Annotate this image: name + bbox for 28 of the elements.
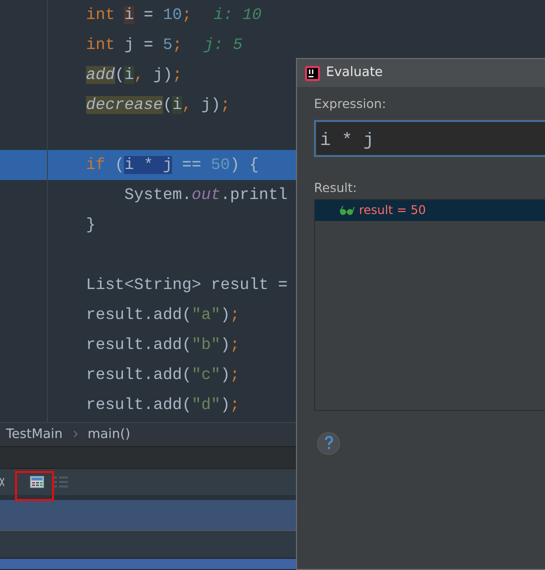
calculator-icon[interactable]	[30, 476, 44, 488]
breadcrumb-item[interactable]: main()	[88, 424, 130, 444]
field-label: Expression:	[314, 95, 388, 113]
help-icon[interactable]	[317, 432, 340, 454]
code-line: int i = 10;	[86, 5, 192, 26]
code-line: System.out.printl	[123, 185, 288, 206]
code-line: if (i * j == 50) {	[86, 155, 259, 176]
app-icon	[305, 66, 320, 80]
code-line: result.add("b");	[86, 335, 240, 356]
result-label: Result:	[314, 178, 358, 197]
code-line: add(i, j);	[86, 65, 182, 86]
highlight-frame	[15, 471, 54, 501]
code-line: decrease(i, j);	[86, 95, 230, 116]
code-line: List<String> result =	[86, 275, 288, 296]
inline-value-hint: i: 10	[214, 5, 262, 26]
inline-value-hint: j: 5	[204, 35, 242, 56]
code-line: int j = 5;	[86, 35, 182, 56]
list-icon[interactable]	[54, 476, 68, 488]
expression-field[interactable]: i * j	[314, 120, 545, 157]
code-line: result.add("c");	[86, 365, 240, 386]
code-line: result.add("d");	[86, 395, 240, 416]
close-icon[interactable]	[0, 477, 5, 487]
code-line: result.add("a");	[86, 305, 240, 326]
glasses-icon	[339, 204, 355, 216]
dialog-title: Evaluate	[326, 64, 383, 82]
result-row[interactable]: result = 50	[315, 200, 545, 220]
code-line: }	[86, 215, 96, 236]
breadcrumb-item[interactable]: TestMain	[6, 424, 63, 444]
